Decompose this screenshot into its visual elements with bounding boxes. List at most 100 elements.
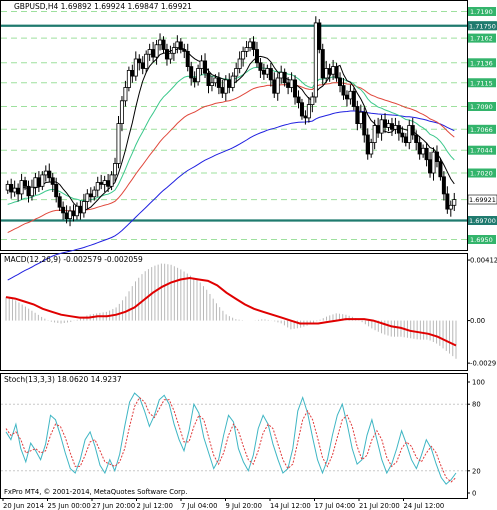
price-axis: 1.71901.71751.71621.71361.71151.70901.70…: [467, 7, 497, 498]
candle-up: [74, 205, 79, 217]
candle-down: [414, 134, 419, 143]
time-tick-label: 24 Jul 12:00: [404, 502, 445, 510]
price-level-tag-label: 1.6950: [470, 236, 493, 244]
price-level-tag-label: 1.7020: [470, 170, 493, 178]
stoch-tick-label: 80: [472, 401, 481, 409]
candle-up: [95, 182, 100, 191]
time-tick-label: 14 Jul 12:00: [270, 502, 311, 510]
candle-up: [275, 77, 280, 94]
candle-up: [102, 180, 107, 185]
candle-up: [452, 199, 457, 206]
candle-down: [355, 106, 360, 125]
candle-up: [241, 51, 246, 60]
price-level-tag-label: 1.7162: [470, 35, 493, 43]
stoch-tick-label: 20: [472, 467, 481, 475]
candle-up: [289, 79, 294, 88]
candle-up: [306, 104, 311, 119]
candle-up: [154, 44, 159, 58]
candle-down: [161, 39, 166, 50]
candle-up: [147, 49, 152, 55]
candle-down: [106, 180, 111, 187]
candle-down: [320, 49, 325, 79]
candle-up: [369, 142, 374, 155]
candle-down: [203, 60, 208, 74]
candle-down: [396, 125, 401, 134]
candle-up: [358, 111, 363, 124]
candle-down: [185, 51, 190, 68]
candle-up: [85, 193, 90, 202]
candle-down: [182, 49, 187, 52]
candle-down: [26, 185, 31, 197]
candle-down: [417, 142, 422, 155]
candle-up: [407, 125, 412, 144]
candle-down: [254, 49, 259, 64]
candle-down: [434, 151, 439, 163]
candle-up: [171, 47, 176, 54]
candle-down: [376, 125, 381, 134]
candle-down: [400, 132, 405, 138]
candle-up: [265, 68, 270, 75]
candle-down: [251, 41, 256, 50]
candle-up: [29, 186, 34, 197]
price-level-tag-label: 1.7136: [470, 59, 493, 67]
candle-down: [151, 49, 156, 58]
candle-down: [293, 79, 298, 98]
time-tick-label: 20 Jun 2014: [3, 502, 44, 510]
candle-up: [379, 119, 384, 134]
candle-down: [9, 183, 14, 193]
candle-down: [424, 147, 429, 161]
candle-up: [448, 204, 453, 210]
candle-up: [123, 87, 128, 102]
candle-up: [234, 68, 239, 77]
macd-tick-label: 0.004124: [470, 257, 497, 265]
candle-down: [344, 94, 349, 100]
resistance-tag-label: 1.71750: [469, 22, 496, 30]
candle-down: [268, 68, 273, 81]
time-tick-label: 21 Jul 20:00: [359, 502, 400, 510]
candle-up: [372, 125, 377, 144]
candle-up: [223, 79, 228, 94]
candle-up: [43, 170, 48, 176]
stoch-title: Stoch(13,3,3) 18.0620 14.9237: [4, 375, 122, 384]
candle-up: [68, 210, 73, 219]
candle-up: [324, 68, 329, 79]
candle-down: [227, 79, 232, 88]
candle-down: [365, 134, 370, 155]
time-tick-label: 9 Jul 20:00: [226, 502, 262, 510]
candle-down: [286, 82, 291, 88]
candle-up: [313, 22, 318, 98]
candle-up: [209, 82, 214, 86]
candle-down: [164, 49, 169, 60]
candle-down: [140, 62, 145, 69]
candle-down: [327, 68, 332, 75]
time-tick-label: 2 Jul 12:00: [137, 502, 173, 510]
candle-down: [389, 123, 394, 130]
candle-up: [431, 151, 436, 174]
candle-down: [282, 71, 287, 84]
candle-up: [113, 163, 118, 176]
time-tick-label: 27 Jun 20:00: [92, 502, 135, 510]
candle-down: [403, 136, 408, 143]
candle-down: [296, 96, 301, 104]
copyright-text: FxPro MT4, © 2001-2014, MetaQuotes Softw…: [4, 488, 187, 496]
candle-down: [78, 205, 83, 214]
candle-down: [299, 102, 304, 117]
chart-canvas: 1.71901.71751.71621.71361.71151.70901.70…: [0, 0, 497, 510]
candle-down: [206, 72, 211, 86]
candle-down: [303, 115, 308, 119]
price-level-tag-label: 1.7190: [470, 8, 493, 16]
candle-up: [144, 53, 149, 69]
candle-down: [334, 66, 339, 79]
time-tick-label: 7 Jul 04:00: [181, 502, 217, 510]
price-level-tag-label: 1.7044: [470, 147, 493, 155]
candle-up: [126, 70, 131, 88]
candle-up: [116, 123, 121, 164]
candle-down: [216, 77, 221, 88]
macd-title: MACD(12,26,9) -0.002579 -0.002059: [4, 255, 143, 264]
candle-down: [192, 77, 197, 83]
candle-down: [341, 85, 346, 96]
stoch-panel-frame: [0, 373, 468, 499]
candle-down: [23, 180, 28, 187]
candle-up: [92, 189, 97, 198]
candle-up: [331, 66, 336, 75]
